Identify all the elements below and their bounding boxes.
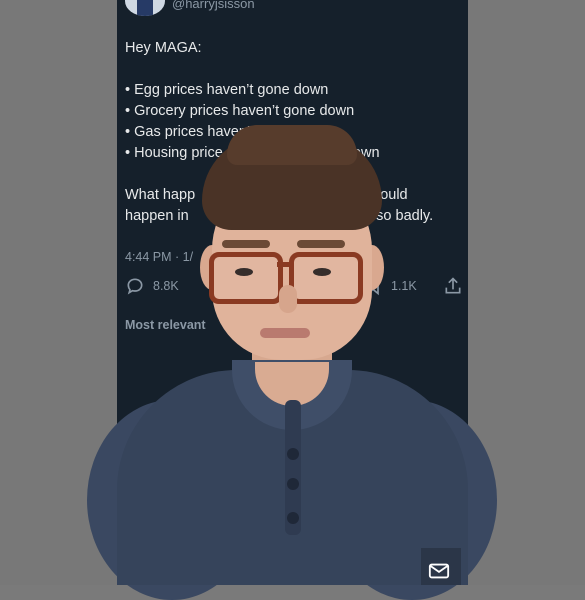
share-icon (445, 277, 461, 294)
tweet-card: @harryjsisson Hey MAGA: • Egg prices hav… (117, 0, 468, 585)
most-relevant-filter[interactable]: Most relevant (125, 318, 206, 332)
bullet-list: • Egg prices haven’t gone down • Grocery… (125, 80, 460, 164)
bullet-gas: • Gas prices haven’t gone down (125, 124, 330, 140)
user-handle[interactable]: @harryjsisson (172, 0, 255, 11)
bookmark-icon (367, 277, 379, 296)
right-gray-bar (468, 0, 585, 585)
reply-count: 8.8K (153, 279, 179, 293)
avatar-suit (137, 0, 153, 16)
bullet-housing-end: e down (332, 145, 380, 161)
closing-line-1-start: What happ (125, 187, 196, 203)
avatar[interactable] (125, 0, 165, 16)
bullet-egg: • Egg prices haven’t gone down (125, 82, 329, 98)
bullet-housing: • Housing price e down (125, 143, 460, 164)
greeting-line: Hey MAGA: (125, 40, 202, 56)
left-gray-bar (0, 0, 117, 585)
closing-line-2-end: ayed so badly. (340, 208, 434, 224)
mail-icon[interactable] (428, 562, 450, 580)
reply-icon (127, 278, 143, 295)
closing-line-2-start: happen in (125, 208, 189, 224)
bullet-housing-start: • Housing price (125, 145, 223, 161)
tweet-body: Hey MAGA: • Egg prices haven’t gone down… (125, 38, 460, 227)
bookmark-button[interactable]: 1.1K (363, 276, 417, 296)
reply-button[interactable]: 8.8K (125, 276, 179, 296)
timestamp[interactable]: 4:44 PM · 1/ (125, 250, 193, 264)
closing-line-2: happen in ayed so badly. (125, 206, 460, 227)
closing-line-1: What happ this would (125, 185, 460, 206)
share-button[interactable] (443, 276, 463, 296)
action-bar: 8.8K 1.1K (117, 276, 468, 302)
bullet-grocery: • Grocery prices haven’t gone down (125, 103, 355, 119)
closing-text: What happ this would happen in ayed so bad… (125, 185, 460, 227)
bookmark-count: 1.1K (391, 279, 417, 293)
closing-line-1-end: this would (343, 187, 408, 203)
